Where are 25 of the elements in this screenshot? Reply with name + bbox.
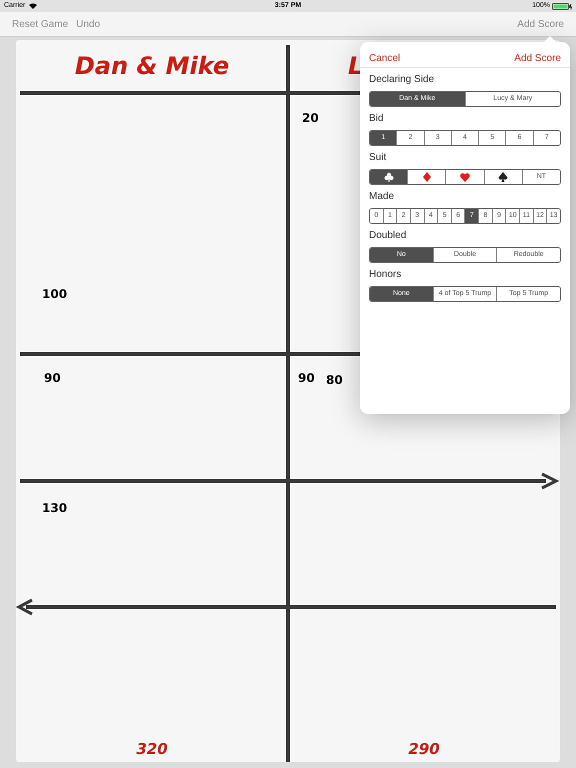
score-entry: 100 — [42, 286, 68, 303]
wifi-icon — [29, 3, 38, 9]
diamond-icon — [422, 172, 431, 182]
score-entry: 130 — [42, 500, 68, 517]
section-label: Suit — [369, 151, 388, 164]
score-entry: 90 — [298, 370, 315, 387]
section-label: Doubled — [369, 229, 408, 242]
team-total: 290 — [408, 738, 440, 760]
cancel-button[interactable]: Cancel — [369, 50, 400, 66]
team-name: L — [348, 51, 364, 82]
team-name: Dan & Mike — [74, 51, 230, 82]
section-label: Bid — [369, 112, 384, 125]
score-entry: 90 — [44, 370, 61, 387]
score-entry: 20 — [302, 110, 319, 127]
suit-segment[interactable] — [370, 170, 408, 184]
spade-icon — [498, 172, 508, 182]
confirm-button[interactable]: Add Score — [514, 50, 561, 66]
score-entry: 80 — [326, 372, 343, 389]
heart-icon — [460, 172, 470, 182]
battery-icon — [552, 2, 572, 10]
section-label: Declaring Side — [369, 73, 436, 86]
section-label: Honors — [369, 268, 402, 281]
team-total: 320 — [136, 738, 168, 760]
club-icon — [384, 172, 394, 182]
section-label: Made — [369, 190, 396, 203]
